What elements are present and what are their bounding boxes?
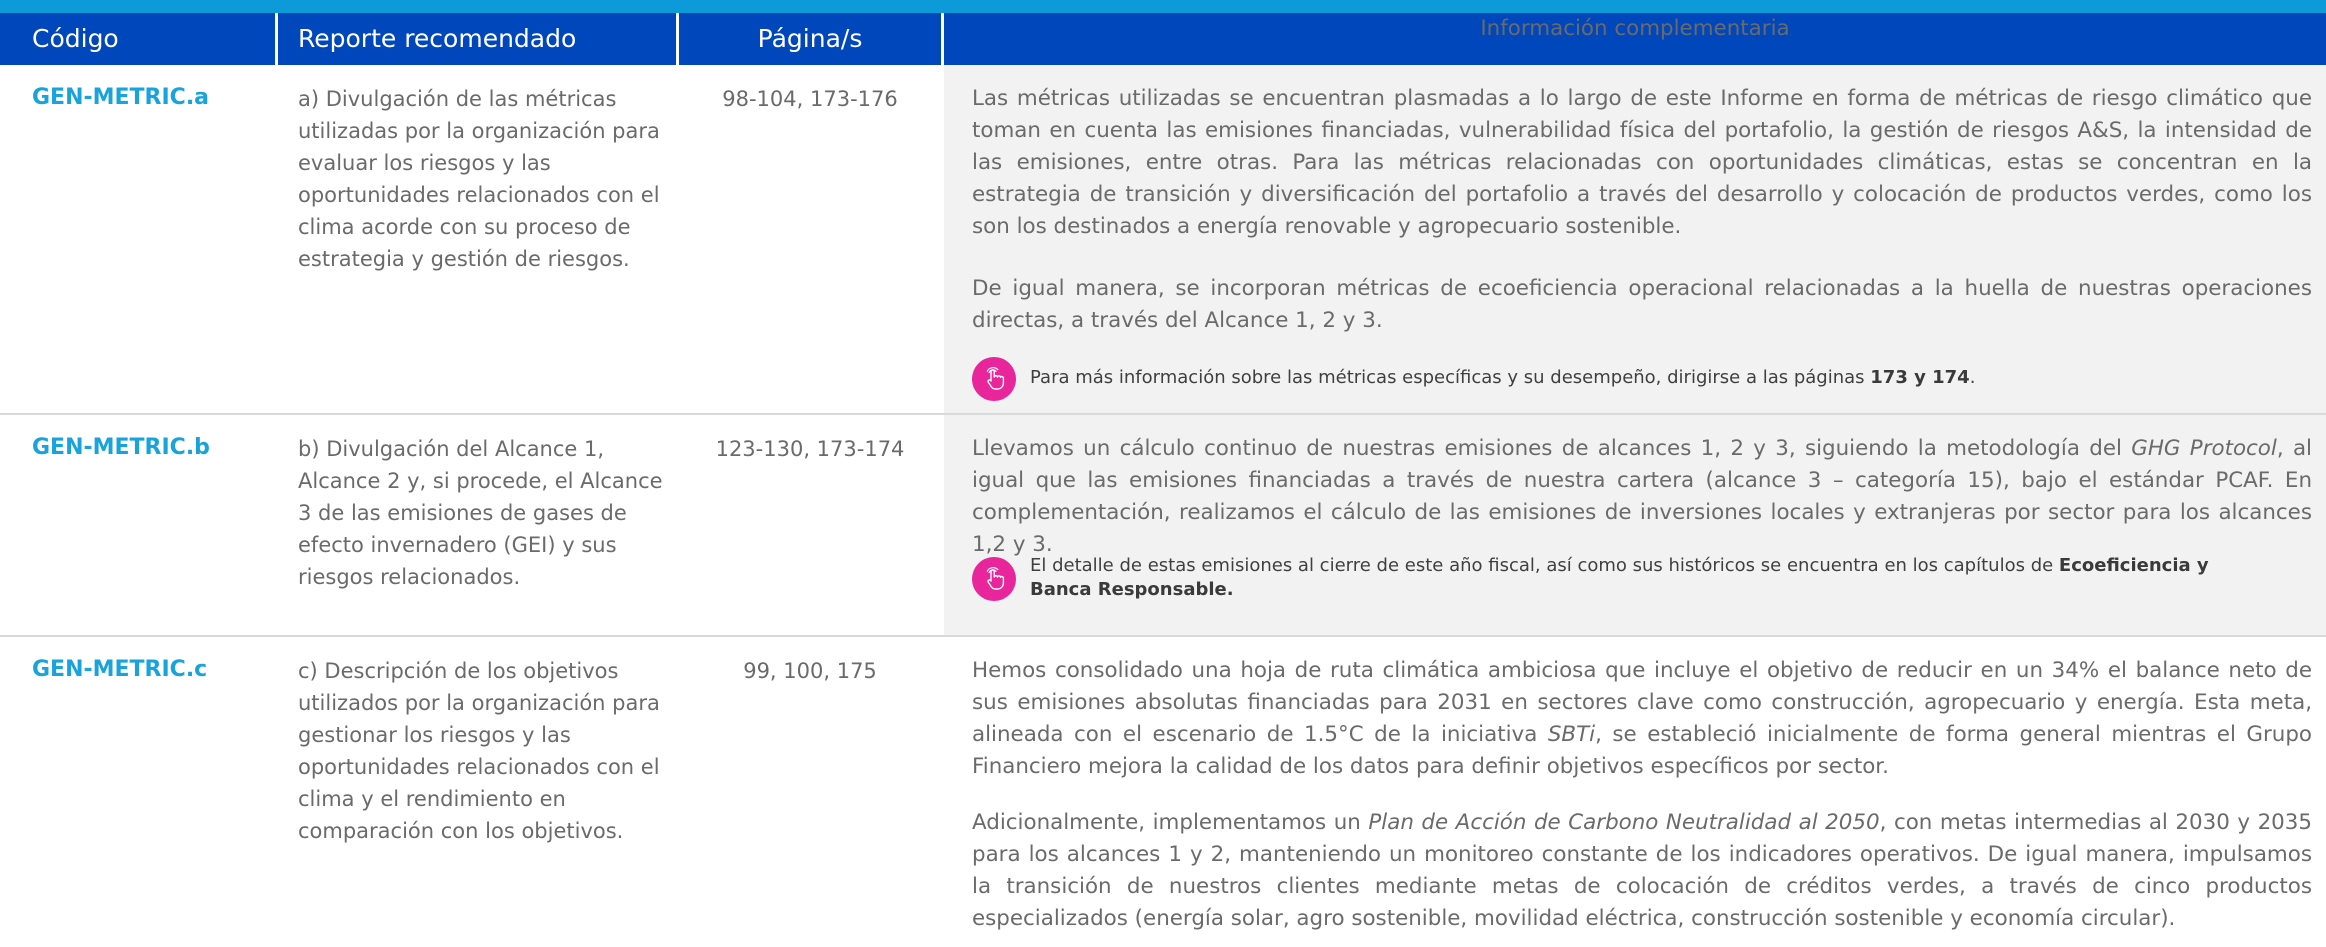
info-text-italic: SBTi — [1547, 722, 1596, 747]
row-info-paragraph: Llevamos un cálculo continuo de nuestras… — [972, 433, 2312, 561]
column-header-codigo: Código — [32, 24, 119, 53]
hand-pointer-icon — [972, 357, 1016, 401]
column-separator — [676, 13, 679, 65]
note-text: Para más información sobre las métricas … — [1030, 367, 1871, 388]
row-info-paragraph: Adicionalmente, implementamos un Plan de… — [972, 807, 2312, 935]
table-row: GEN-METRIC.b b) Divulgación del Alcance … — [0, 415, 2326, 635]
note-emphasis: 173 y 174 — [1870, 367, 1970, 388]
hand-pointer-icon — [972, 557, 1016, 601]
info-note: El detalle de estas emisiones al cierre … — [972, 553, 2312, 603]
table-row: GEN-METRIC.c c) Descripción de los objet… — [0, 637, 2326, 947]
row-code: GEN-METRIC.c — [32, 657, 208, 682]
row-code: GEN-METRIC.b — [32, 435, 210, 460]
info-text-italic: Plan de Acción de Carbono Neutralidad al… — [1368, 810, 1880, 835]
table-row: GEN-METRIC.a a) Divulgación de las métri… — [0, 65, 2326, 413]
note-text-end: . — [1969, 367, 1976, 388]
info-text: Llevamos un cálculo continuo de nuestras… — [972, 436, 2132, 461]
top-accent-band — [0, 0, 2326, 13]
row-pages: 99, 100, 175 — [743, 659, 877, 683]
column-header-info: Información complementaria — [1480, 16, 1790, 41]
row-pages: 98-104, 173-176 — [722, 87, 898, 111]
table-header: Código Reporte recomendado Página/s Info… — [0, 13, 2326, 65]
column-separator — [275, 13, 278, 65]
info-text-italic: GHG Protocol — [2131, 436, 2277, 461]
row-code: GEN-METRIC.a — [32, 85, 210, 110]
column-header-reporte: Reporte recomendado — [298, 24, 577, 53]
row-report: a) Divulgación de las métricas utilizada… — [298, 87, 660, 271]
note-text: El detalle de estas emisiones al cierre … — [1030, 555, 2059, 576]
row-report: b) Divulgación del Alcance 1, Alcance 2 … — [298, 437, 663, 589]
row-info-paragraph: De igual manera, se incorporan métricas … — [972, 276, 2312, 333]
info-text: Adicionalmente, implementamos un — [972, 810, 1369, 835]
row-info-paragraph: Las métricas utilizadas se encuentran pl… — [972, 86, 2312, 239]
info-note: Para más información sobre las métricas … — [972, 353, 2312, 403]
column-header-pagina: Página/s — [757, 24, 863, 53]
row-report: c) Descripción de los objetivos utilizad… — [298, 659, 660, 843]
row-pages: 123-130, 173-174 — [715, 437, 905, 461]
row-info-paragraph: Hemos consolidado una hoja de ruta climá… — [972, 655, 2312, 783]
